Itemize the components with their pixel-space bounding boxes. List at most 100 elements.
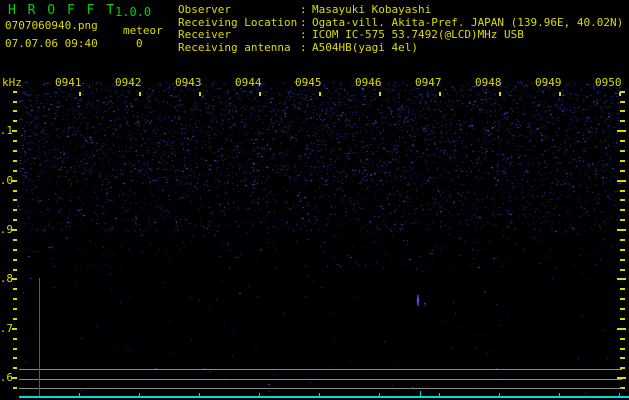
level-reference-line [19,388,622,389]
freq-minor-tick [13,357,17,359]
freq-minor-tick [13,150,17,152]
freq-minor-tick [13,298,17,300]
baseline-minute-uptick [439,393,440,396]
freq-major-tick-right [617,229,626,231]
hrofft-screen: H R O F F T 1.0.0 0707060940.png meteor … [0,0,629,400]
app-title: H R O F F T [8,3,117,18]
freq-minor-tick-right [620,170,625,172]
freq-minor-tick-right [620,288,625,290]
baseline-minute-uptick [259,393,260,396]
freq-major-tick-right [617,180,626,182]
time-label: 0941 [55,76,82,89]
info-row: Receiving antenna: A504HB(yagi 4el) [178,41,626,55]
baseline-minute-uptick [559,393,560,396]
app-version: 1.0.0 [115,5,152,19]
freq-major-tick [12,229,17,231]
freq-minor-tick [13,318,17,320]
level-scale-line [39,278,40,398]
minute-tick [439,92,441,96]
freq-minor-tick-right [620,190,625,192]
freq-minor-tick-right [620,357,625,359]
spectrogram-canvas [0,0,629,400]
info-label: Observer [178,3,231,16]
freq-minor-tick-right [620,199,625,201]
minute-tick [139,92,141,96]
freq-major-tick-right [617,278,626,280]
freq-minor-tick [13,120,17,122]
freq-minor-tick [13,190,17,192]
freq-minor-tick [13,160,17,162]
time-label: 0943 [175,76,202,89]
freq-minor-tick-right [620,308,625,310]
freq-minor-tick-right [620,269,625,271]
freq-minor-tick [13,199,17,201]
freq-minor-tick-right [620,249,625,251]
level-reference-line [19,369,622,370]
freq-minor-tick [13,288,17,290]
colon-separator: : [300,3,307,16]
freq-major-tick-right [617,130,626,132]
freq-minor-tick [13,338,17,340]
time-label: 0949 [535,76,562,89]
minute-tick [379,92,381,96]
freq-minor-tick [13,239,17,241]
freq-minor-tick [13,110,17,112]
minute-tick [559,92,561,96]
freq-major-tick [12,377,17,379]
freq-minor-tick [13,219,17,221]
freq-minor-tick-right [620,259,625,261]
freq-major-tick-right [617,328,626,330]
freq-axis-unit: kHz [2,76,22,89]
info-value: Masayuki Kobayashi [312,3,432,16]
minute-tick [259,92,261,96]
time-label: 0948 [475,76,502,89]
freq-major-tick [12,130,17,132]
freq-minor-tick [13,140,17,142]
freq-major-tick [12,278,17,280]
freq-minor-tick [13,308,17,310]
freq-minor-tick-right [620,239,625,241]
freq-major-tick [12,180,17,182]
station-info: Observer: Masayuki Kobayashi Receiving Loc… [178,3,626,55]
minute-tick [199,92,201,96]
freq-minor-tick-right [620,140,625,142]
time-label: 0950 [595,76,622,89]
freq-minor-tick-right [620,91,625,93]
freq-minor-tick [13,259,17,261]
minute-tick [499,92,501,96]
freq-minor-tick [13,91,17,93]
freq-minor-tick-right [620,160,625,162]
minute-tick [79,92,81,96]
freq-minor-tick-right [620,120,625,122]
baseline-minute-uptick [499,393,500,396]
time-label: 0945 [295,76,322,89]
freq-minor-tick-right [620,150,625,152]
info-label: Receiving antenna [178,41,291,55]
time-label: 0942 [115,76,142,89]
freq-minor-tick-right [620,110,625,112]
baseline-minute-uptick [199,393,200,396]
freq-minor-tick-right [620,298,625,300]
filename: 0707060940.png [5,19,98,32]
freq-minor-tick [13,170,17,172]
info-row: Observer: Masayuki Kobayashi [178,3,626,17]
freq-minor-tick [13,249,17,251]
datetime: 07.07.06 09:40 [5,37,98,50]
signal-level-baseline [19,396,629,398]
freq-minor-tick [13,367,17,369]
freq-minor-tick-right [620,101,625,103]
meteor-count: 0 [136,37,143,50]
signal-spike [420,391,421,396]
baseline-minute-uptick [79,393,80,396]
freq-minor-tick-right [620,219,625,221]
baseline-minute-uptick [619,393,620,396]
freq-minor-tick-right [620,348,625,350]
freq-minor-tick [13,209,17,211]
freq-minor-tick-right [620,209,625,211]
freq-minor-tick [13,101,17,103]
freq-minor-tick [13,269,17,271]
baseline-minute-uptick [139,393,140,396]
freq-minor-tick-right [620,318,625,320]
level-reference-line [19,378,622,380]
freq-minor-tick [13,348,17,350]
